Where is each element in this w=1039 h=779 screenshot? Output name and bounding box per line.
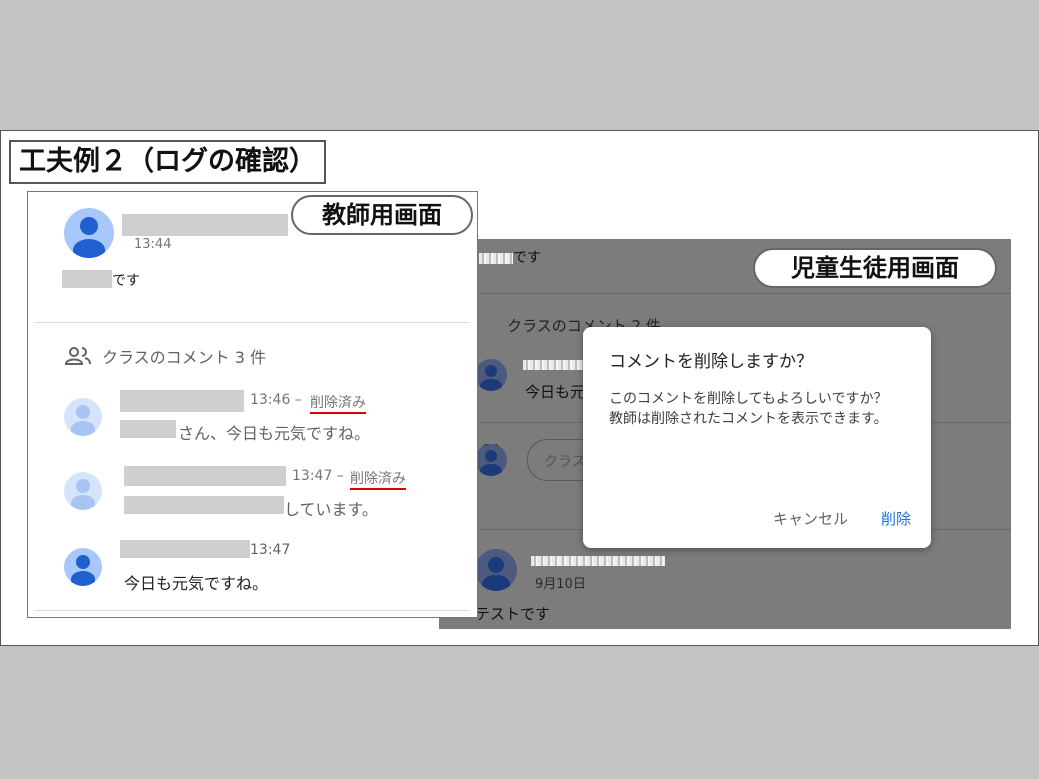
comment-time: 13:46 –: [250, 392, 302, 408]
delete-button[interactable]: 削除: [881, 508, 911, 529]
student-top-text: です: [479, 247, 541, 267]
divider: [34, 610, 470, 611]
teacher-view: 13:44 です クラスのコメント 3 件 13:46 – 削除済み さん、今日…: [27, 191, 478, 618]
people-icon: [64, 347, 91, 365]
comment-text: 今日も元気ですね。: [124, 574, 269, 593]
deleted-status: 削除済み: [350, 468, 406, 490]
avatar: [64, 208, 114, 258]
cancel-button[interactable]: キャンセル: [773, 508, 848, 529]
dialog-body: このコメントを削除してもよろしいですか？ 教師は削除されたコメントを表示できます…: [609, 389, 909, 429]
redacted-text: [120, 420, 176, 438]
post-text-suffix: です: [112, 273, 140, 289]
avatar: [64, 548, 102, 586]
comment-text: さん、今日も元気ですね。: [178, 424, 371, 443]
divider: [34, 322, 470, 323]
avatar: [475, 549, 517, 591]
comment-time: 13:47 –: [292, 468, 344, 484]
redacted-name: [120, 390, 244, 412]
post-time: 13:44: [134, 237, 172, 252]
slide: 工夫例２（ログの確認） です クラスのコメント 2 件 今日も元 クラス 9月1…: [0, 130, 1039, 646]
teacher-view-label: 教師用画面: [291, 195, 473, 235]
avatar: [64, 472, 102, 510]
dialog-body-line2: 教師は削除されたコメントを表示できます。: [609, 411, 888, 427]
slide-title: 工夫例２（ログの確認）: [9, 140, 326, 184]
student-view-label: 児童生徒用画面: [753, 248, 997, 288]
divider: [439, 293, 1011, 294]
post-text: テストです: [475, 605, 551, 623]
avatar: [475, 444, 507, 476]
redacted-name: [120, 540, 250, 558]
redacted-text: [124, 496, 284, 514]
delete-comment-dialog: コメントを削除しますか？ このコメントを削除してもよろしいですか？ 教師は削除さ…: [583, 327, 931, 548]
avatar: [475, 359, 507, 391]
redacted-name: [124, 466, 286, 486]
avatar: [64, 398, 102, 436]
redacted-commenter: [523, 357, 583, 373]
dialog-body-line1: このコメントを削除してもよろしいですか？: [609, 391, 888, 407]
comment-text: しています。: [284, 500, 378, 519]
post-date: 9月10日: [535, 577, 586, 592]
deleted-status: 削除済み: [310, 392, 366, 414]
student-top-suffix: です: [513, 250, 541, 266]
comment-time: 13:47: [250, 542, 291, 558]
redacted-poster: [531, 553, 665, 569]
redacted-name: [479, 252, 513, 264]
comment-input-placeholder: クラス: [544, 454, 586, 470]
teacher-comments-header: クラスのコメント 3 件: [102, 348, 267, 367]
dialog-title: コメントを削除しますか？: [609, 352, 813, 372]
redacted-text: [62, 270, 112, 288]
redacted-name: [122, 214, 288, 236]
student-comment-preview: 今日も元: [525, 383, 586, 401]
